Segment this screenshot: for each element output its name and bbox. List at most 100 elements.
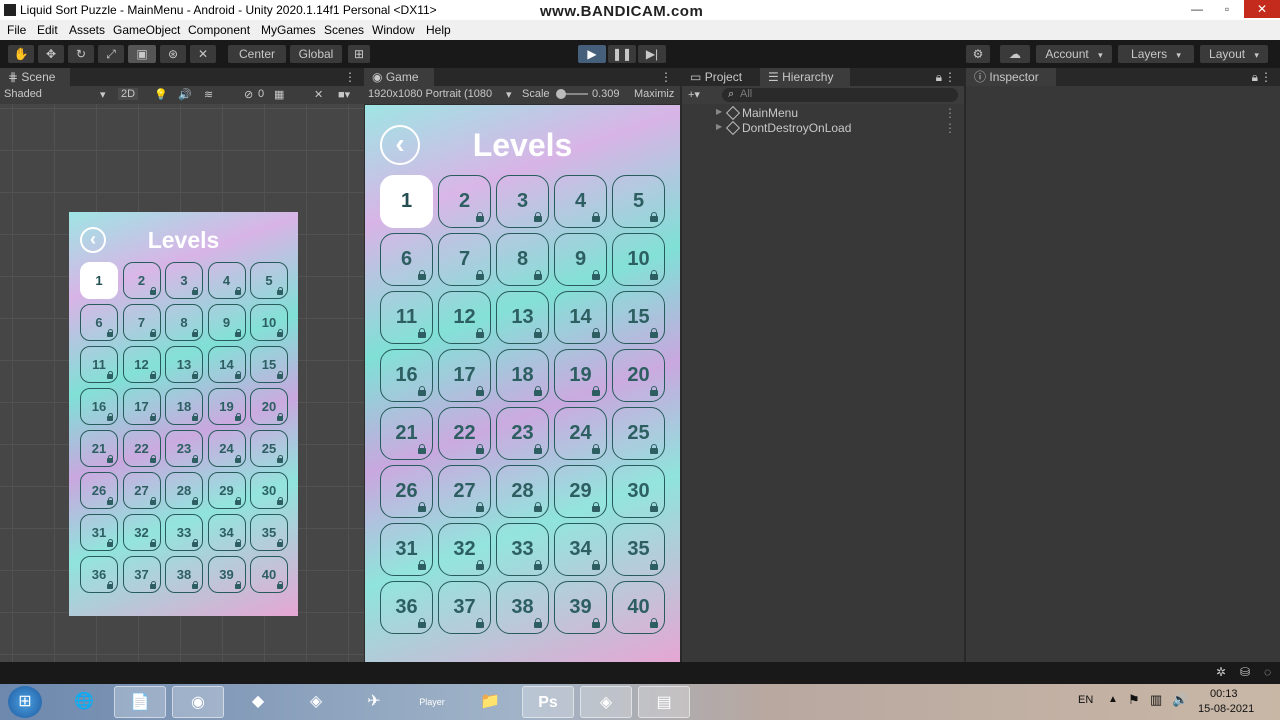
- scale-tool-icon[interactable]: ⤢: [98, 45, 124, 63]
- level-button[interactable]: 40: [612, 581, 665, 634]
- cloud-icon[interactable]: ☁: [1000, 45, 1030, 63]
- scene-level-button[interactable]: 32: [122, 514, 161, 551]
- scene-viewport[interactable]: ‹ Levels 1 2 3 4 5 6 7 8 9 10 11 12 13 14 15 16 17 18 19 20…: [0, 104, 364, 662]
- create-add-icon[interactable]: +▾: [688, 88, 700, 101]
- hidden-objects-icon[interactable]: ⊘: [244, 88, 253, 101]
- level-button[interactable]: 18: [496, 349, 549, 402]
- flag-icon[interactable]: ⚑: [1128, 692, 1140, 708]
- level-button[interactable]: 1: [380, 175, 433, 228]
- menu-window[interactable]: Window: [372, 23, 415, 37]
- scene-level-button[interactable]: 5: [250, 262, 288, 299]
- mode-2d-toggle[interactable]: 2D: [118, 88, 139, 100]
- level-button[interactable]: 35: [612, 523, 665, 576]
- level-button[interactable]: 9: [554, 233, 607, 286]
- scene-level-button[interactable]: 10: [250, 304, 288, 341]
- scene-level-button[interactable]: 26: [80, 472, 118, 509]
- scene-panel-menu-icon[interactable]: ⋮: [344, 70, 356, 84]
- tab-inspector[interactable]: ⓘ Inspector: [966, 68, 1056, 86]
- tab-hierarchy[interactable]: ☰ Hierarchy: [760, 68, 850, 86]
- game-view-screen[interactable]: ‹ Levels 1 2 3 4 5 6 7 8 9 10 11 12 13 14 15 16 17 18 19 20…: [365, 105, 680, 662]
- resolution-dropdown[interactable]: 1920x1080 Portrait (1080: [368, 88, 492, 100]
- level-button[interactable]: 31: [380, 523, 433, 576]
- file-explorer-icon[interactable]: 📁: [464, 686, 516, 718]
- layout-dropdown[interactable]: Layout: [1200, 45, 1268, 63]
- step-button[interactable]: ▶|: [638, 45, 666, 63]
- menu-scenes[interactable]: Scenes: [324, 23, 364, 37]
- level-button[interactable]: 37: [438, 581, 491, 634]
- scene-level-button[interactable]: 38: [165, 556, 203, 593]
- clock-date[interactable]: 15-08-2021: [1198, 703, 1254, 715]
- scene-level-button[interactable]: 34: [207, 514, 246, 551]
- scene-level-button[interactable]: 14: [207, 346, 246, 383]
- scene-level-button[interactable]: 15: [250, 346, 288, 383]
- grid-snap-icon[interactable]: ⊞: [348, 45, 370, 63]
- scene-level-button[interactable]: 1: [80, 262, 118, 299]
- scene-level-button[interactable]: 33: [165, 514, 203, 551]
- menu-edit[interactable]: Edit: [37, 23, 58, 37]
- tray-expand-icon[interactable]: ▲: [1108, 694, 1118, 705]
- scene-level-button[interactable]: 31: [80, 514, 118, 551]
- level-button[interactable]: 27: [438, 465, 491, 518]
- rect-tool-icon[interactable]: ▣: [128, 45, 156, 63]
- progress-icon[interactable]: ◌: [1264, 665, 1271, 679]
- level-button[interactable]: 21: [380, 407, 433, 460]
- level-button[interactable]: 30: [612, 465, 665, 518]
- start-button-icon[interactable]: ⊞: [8, 686, 42, 718]
- scene-level-button[interactable]: 6: [80, 304, 118, 341]
- scene-level-button[interactable]: 18: [165, 388, 203, 425]
- lock-icon[interactable]: 🔒︎: [936, 70, 942, 85]
- shading-mode-dropdown[interactable]: Shaded: [4, 88, 42, 100]
- scene-level-button[interactable]: 4: [207, 262, 246, 299]
- scene-level-button[interactable]: 2: [122, 262, 161, 299]
- lighting-toggle-icon[interactable]: 💡: [154, 88, 168, 101]
- cache-icon[interactable]: ⛁: [1240, 665, 1250, 679]
- tab-scene[interactable]: ⋕ Scene: [0, 68, 70, 86]
- level-button[interactable]: 6: [380, 233, 433, 286]
- level-button[interactable]: 38: [496, 581, 549, 634]
- telegram-icon[interactable]: ✈: [348, 686, 400, 718]
- scene-level-button[interactable]: 17: [122, 388, 161, 425]
- level-button[interactable]: 14: [554, 291, 607, 344]
- scene-level-button[interactable]: 25: [250, 430, 288, 467]
- scene-level-button[interactable]: 9: [207, 304, 246, 341]
- menu-mygames[interactable]: MyGames: [261, 23, 316, 37]
- scene-level-button[interactable]: 12: [122, 346, 161, 383]
- level-button[interactable]: 10: [612, 233, 665, 286]
- menu-component[interactable]: Component: [188, 23, 250, 37]
- chrome-icon[interactable]: ◉: [172, 686, 224, 718]
- clock-time[interactable]: 00:13: [1210, 688, 1238, 700]
- bug-icon[interactable]: ✲: [1216, 665, 1226, 679]
- level-button[interactable]: 19: [554, 349, 607, 402]
- scene-level-button[interactable]: 36: [80, 556, 118, 593]
- browser-globe-icon[interactable]: 🌐: [58, 686, 110, 718]
- recorder-app-icon[interactable]: ▤: [638, 686, 690, 718]
- game-panel-menu-icon[interactable]: ⋮: [660, 70, 672, 84]
- notepad-icon[interactable]: 📄: [114, 686, 166, 718]
- level-button[interactable]: 29: [554, 465, 607, 518]
- scene-level-button[interactable]: 7: [122, 304, 161, 341]
- level-button[interactable]: 22: [438, 407, 491, 460]
- scene-level-button[interactable]: 23: [165, 430, 203, 467]
- tab-project[interactable]: ▭ Project: [682, 68, 758, 86]
- language-indicator[interactable]: EN: [1078, 694, 1093, 706]
- scene-level-button[interactable]: 20: [250, 388, 288, 425]
- audio-toggle-icon[interactable]: 🔊: [178, 88, 192, 101]
- scale-slider-handle[interactable]: [556, 89, 566, 99]
- close-button[interactable]: ✕: [1244, 0, 1280, 18]
- level-button[interactable]: 16: [380, 349, 433, 402]
- level-button[interactable]: 39: [554, 581, 607, 634]
- level-button[interactable]: 8: [496, 233, 549, 286]
- expand-arrow-icon[interactable]: ▶: [716, 107, 722, 116]
- menu-help[interactable]: Help: [426, 23, 451, 37]
- move-tool-icon[interactable]: ✥: [38, 45, 64, 63]
- level-button[interactable]: 4: [554, 175, 607, 228]
- scene-level-button[interactable]: 19: [207, 388, 246, 425]
- hierarchy-menu-icon[interactable]: ⋮: [944, 70, 956, 84]
- item-menu-icon[interactable]: ⋮: [944, 106, 956, 120]
- maximize-button[interactable]: ▫: [1212, 0, 1242, 18]
- scene-level-button[interactable]: 11: [80, 346, 118, 383]
- volume-icon[interactable]: 🔊: [1172, 692, 1188, 708]
- pivot-center-toggle[interactable]: Center: [228, 45, 286, 63]
- level-button[interactable]: 20: [612, 349, 665, 402]
- level-button[interactable]: 17: [438, 349, 491, 402]
